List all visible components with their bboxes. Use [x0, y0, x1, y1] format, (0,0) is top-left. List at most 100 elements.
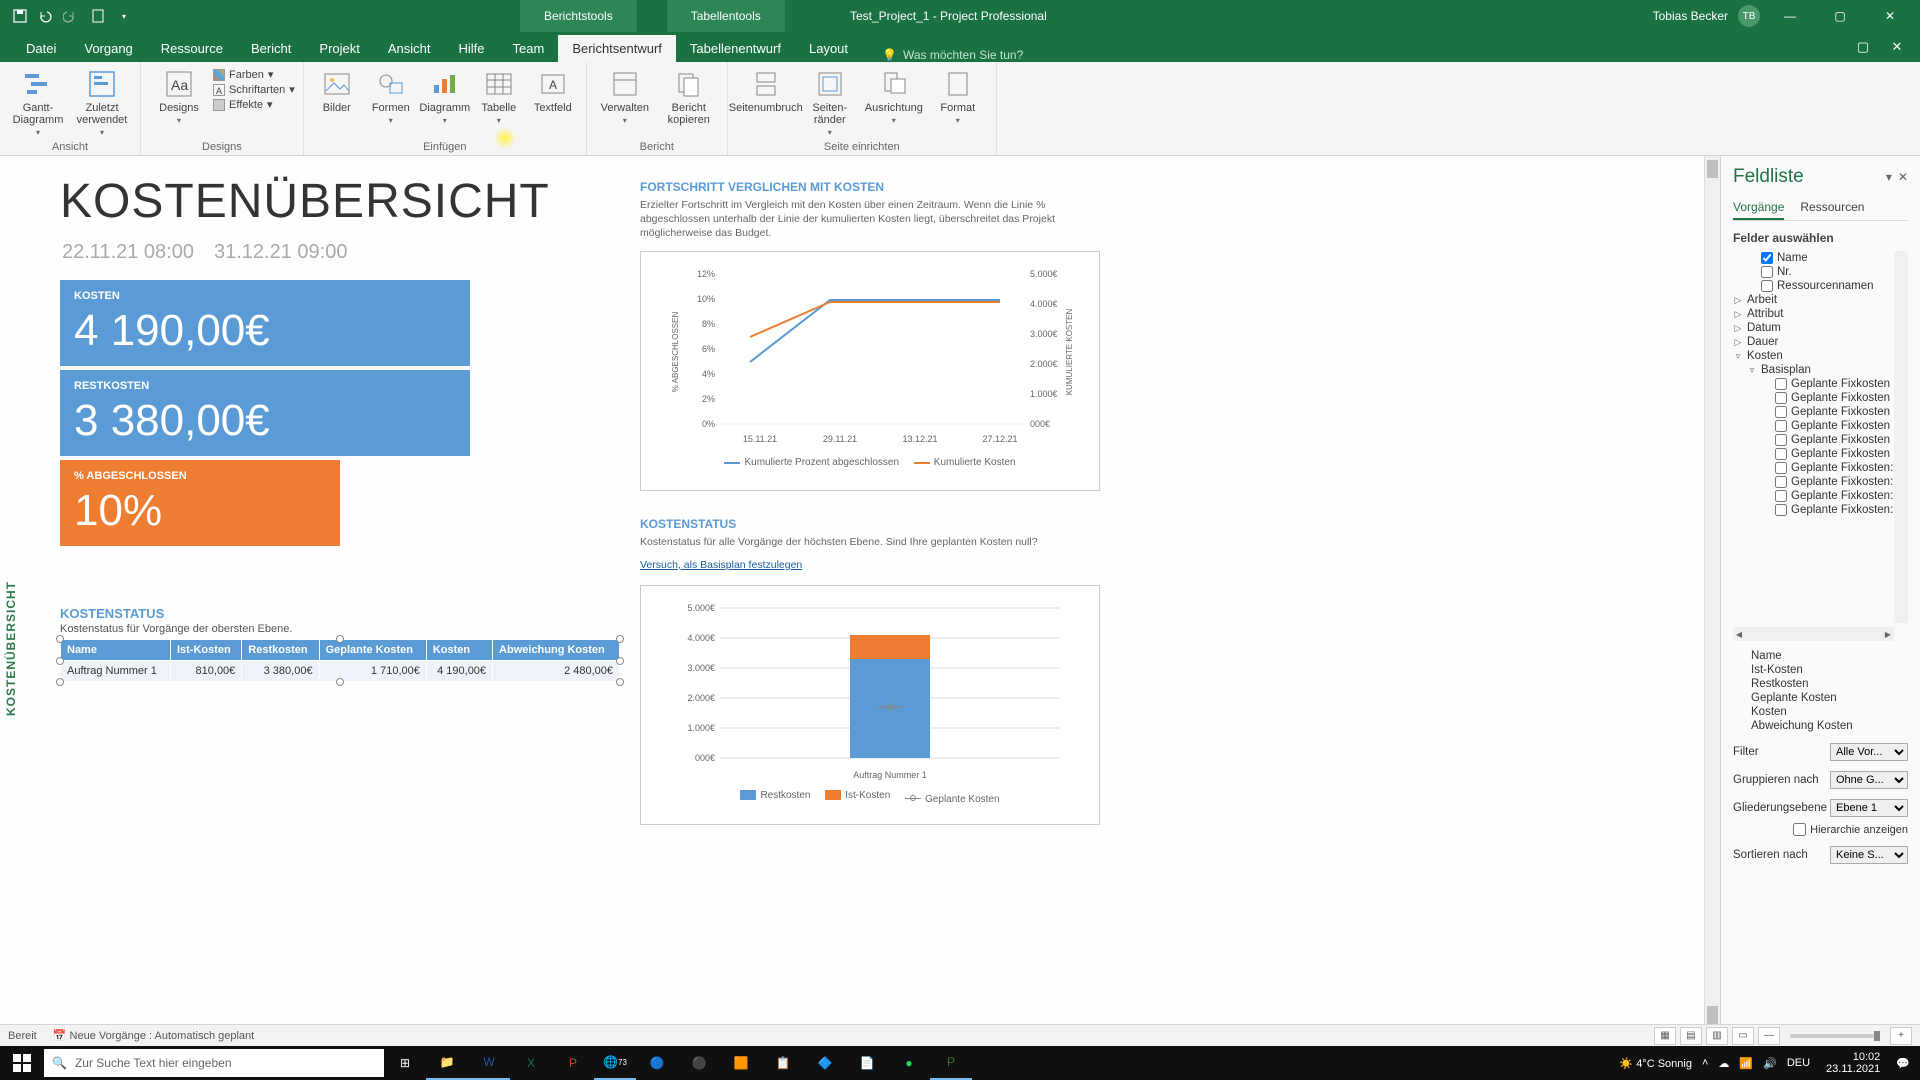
doc-icon[interactable] — [86, 4, 110, 28]
view-btn-6[interactable]: + — [1890, 1027, 1912, 1045]
chk-gfk[interactable] — [1775, 392, 1787, 404]
powerpoint-icon[interactable]: P — [552, 1046, 594, 1080]
word-icon[interactable]: W — [468, 1046, 510, 1080]
chk-gfk[interactable] — [1775, 448, 1787, 460]
outline-select[interactable]: Ebene 1 — [1830, 799, 1908, 817]
tray-chevron-icon[interactable]: ˄ — [1702, 1057, 1708, 1069]
task-view-icon[interactable]: ⊞ — [384, 1046, 426, 1080]
chk-gfk[interactable] — [1775, 378, 1787, 390]
redo-icon[interactable] — [60, 4, 84, 28]
tab-tabellenentwurf[interactable]: Tabellenentwurf — [676, 35, 795, 62]
verwalten-button[interactable]: Verwalten — [595, 66, 655, 127]
ribbon-collapse-icon[interactable]: ✕ — [1882, 36, 1912, 58]
view-btn-4[interactable]: ▭ — [1732, 1027, 1754, 1045]
kostenstatus-table[interactable]: Name Ist-Kosten Restkosten Geplante Kost… — [60, 639, 620, 682]
edge-icon[interactable]: 🌐73 — [594, 1046, 636, 1080]
tab-ressourcen[interactable]: Ressourcen — [1800, 196, 1864, 220]
sel-handle[interactable] — [56, 678, 64, 686]
field-tree[interactable]: Name Nr. Ressourcennamen ▷Arbeit ▷Attrib… — [1733, 251, 1908, 641]
chk-gfk[interactable] — [1775, 504, 1787, 516]
chk-gfk[interactable] — [1775, 462, 1787, 474]
sel-handle[interactable] — [616, 657, 624, 665]
close-icon[interactable]: ✕ — [1870, 1, 1910, 31]
tell-me[interactable]: 💡 Was möchten Sie tun? — [882, 48, 1023, 62]
recent-button[interactable]: Zuletzt verwendet — [72, 66, 132, 139]
obs-icon[interactable]: ⚫ — [678, 1046, 720, 1080]
chk-gfk[interactable] — [1775, 434, 1787, 446]
chk-nr[interactable] — [1761, 266, 1773, 278]
notifications-icon[interactable]: 💬 — [1896, 1057, 1910, 1070]
formen-button[interactable]: Formen — [366, 66, 416, 127]
chk-resn[interactable] — [1761, 280, 1773, 292]
tab-bericht[interactable]: Bericht — [237, 35, 305, 62]
undo-icon[interactable] — [34, 4, 58, 28]
chk-gfk[interactable] — [1775, 490, 1787, 502]
chart1[interactable]: 0% 2% 4% 6% 8% 10% 12% 000€ 1.000€ 2.000… — [640, 251, 1100, 491]
view-btn-2[interactable]: ▤ — [1680, 1027, 1702, 1045]
chk-gfk[interactable] — [1775, 406, 1787, 418]
tab-tabellentools[interactable]: Tabellentools — [667, 0, 785, 32]
spotify-icon[interactable]: ● — [888, 1046, 930, 1080]
project-icon[interactable]: P — [930, 1046, 972, 1080]
app-icon-2[interactable]: 📋 — [762, 1046, 804, 1080]
seitenumbruch-button[interactable]: Seitenumbruch — [736, 66, 796, 116]
chk-gfk[interactable] — [1775, 420, 1787, 432]
tabelle-button[interactable]: Tabelle — [474, 66, 524, 127]
sel-handle[interactable] — [616, 678, 624, 686]
gantt-button[interactable]: Gantt-Diagramm — [8, 66, 68, 139]
chk-gfk[interactable] — [1775, 476, 1787, 488]
vertical-scrollbar[interactable] — [1704, 156, 1720, 1028]
excel-icon[interactable]: X — [510, 1046, 552, 1080]
tab-vorgaenge[interactable]: Vorgänge — [1733, 196, 1784, 220]
weather-icon[interactable]: ☀️ 4°C Sonnig — [1619, 1057, 1692, 1070]
minimize-icon[interactable]: — — [1770, 1, 1810, 31]
tab-berichtsentwurf[interactable]: Berichtsentwurf — [558, 35, 676, 62]
table-selection[interactable]: Name Ist-Kosten Restkosten Geplante Kost… — [60, 639, 620, 682]
chrome-icon[interactable]: 🔵 — [636, 1046, 678, 1080]
format-button[interactable]: Format — [928, 66, 988, 127]
app-icon[interactable]: 🟧 — [720, 1046, 762, 1080]
ribbon-display-icon[interactable]: ▢ — [1848, 36, 1878, 58]
schriftarten-button[interactable]: ASchriftarten ▾ — [213, 83, 295, 96]
pane-close-icon[interactable]: ✕ — [1898, 170, 1908, 184]
tab-projekt[interactable]: Projekt — [305, 35, 373, 62]
effekte-button[interactable]: Effekte ▾ — [213, 98, 295, 111]
start-button[interactable] — [0, 1046, 44, 1080]
tree-vscroll[interactable] — [1894, 251, 1908, 623]
chk-name[interactable] — [1761, 252, 1773, 264]
report-canvas[interactable]: KOSTENÜBERSICHT KOSTENÜBERSICHT 22.11.21… — [0, 156, 1720, 1046]
cloud-icon[interactable]: ☁ — [1718, 1057, 1729, 1070]
sel-handle[interactable] — [336, 678, 344, 686]
baseline-link[interactable]: Versuch, als Basisplan festzulegen — [640, 559, 1100, 571]
tab-team[interactable]: Team — [499, 35, 559, 62]
farben-button[interactable]: Farben ▾ — [213, 68, 295, 81]
tab-datei[interactable]: Datei — [12, 35, 70, 62]
seitenraender-button[interactable]: Seiten-ränder — [800, 66, 860, 139]
edge2-icon[interactable]: 🔷 — [804, 1046, 846, 1080]
qat-dropdown-icon[interactable]: ▾ — [112, 4, 136, 28]
volume-icon[interactable]: 🔊 — [1763, 1057, 1777, 1070]
tab-ressource[interactable]: Ressource — [147, 35, 237, 62]
filter-select[interactable]: Alle Vor... — [1830, 743, 1908, 761]
tab-hilfe[interactable]: Hilfe — [445, 35, 499, 62]
ausrichtung-button[interactable]: Ausrichtung — [864, 66, 924, 127]
bericht-kopieren-button[interactable]: Bericht kopieren — [659, 66, 719, 128]
chart2[interactable]: 000€ 1.000€ 2.000€ 3.000€ 4.000€ 5.000€ — [640, 585, 1100, 825]
sel-handle[interactable] — [616, 635, 624, 643]
tab-vorgang[interactable]: Vorgang — [70, 35, 146, 62]
maximize-icon[interactable]: ▢ — [1820, 1, 1860, 31]
wifi-icon[interactable]: 📶 — [1739, 1057, 1753, 1070]
textfeld-button[interactable]: ATextfeld — [528, 66, 578, 116]
sel-handle[interactable] — [56, 635, 64, 643]
sel-handle[interactable] — [56, 657, 64, 665]
tab-ansicht[interactable]: Ansicht — [374, 35, 445, 62]
group-select[interactable]: Ohne G... — [1830, 771, 1908, 789]
diagramm-button[interactable]: Diagramm — [420, 66, 470, 127]
view-btn-5[interactable]: — — [1758, 1027, 1780, 1045]
designs-button[interactable]: Aa Designs — [149, 66, 209, 127]
pane-options-icon[interactable]: ▾ — [1886, 170, 1892, 184]
user-avatar[interactable]: TB — [1738, 5, 1760, 27]
clock[interactable]: 10:02 23.11.2021 — [1820, 1051, 1886, 1075]
hierarchy-checkbox[interactable] — [1793, 823, 1806, 836]
tree-hscroll[interactable]: ◀▶ — [1733, 627, 1894, 641]
